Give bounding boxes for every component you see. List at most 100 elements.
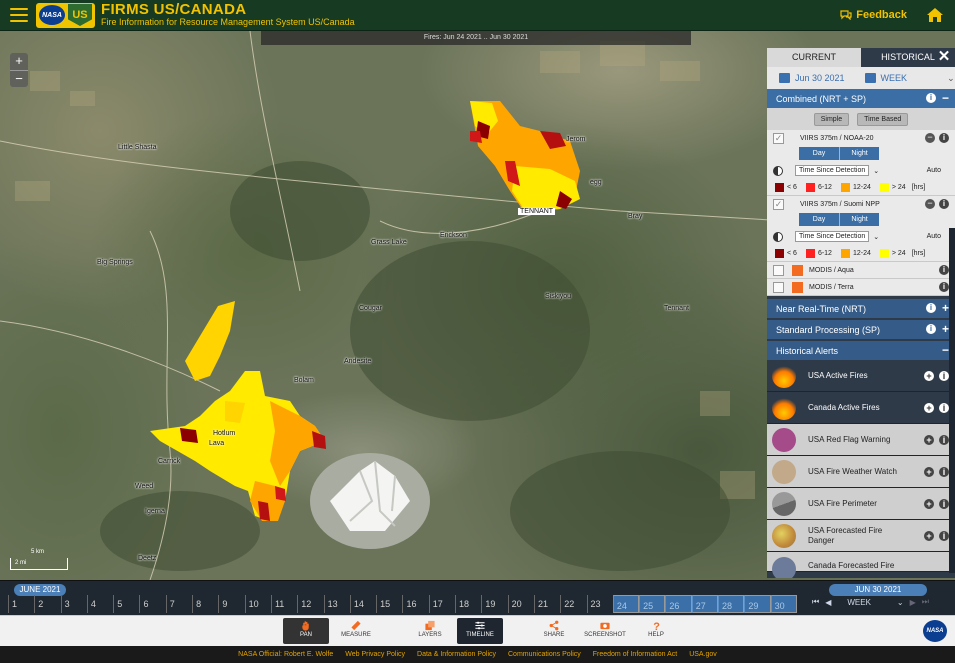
info-icon[interactable]: i: [939, 265, 949, 275]
timeline-day[interactable]: 20: [507, 595, 534, 613]
pan-button[interactable]: PAN: [283, 618, 329, 644]
step-back-icon[interactable]: ◀: [825, 598, 831, 607]
timeline-day[interactable]: 14: [349, 595, 376, 613]
time-based-button[interactable]: Time Based: [857, 112, 909, 126]
timeline-day[interactable]: 4: [86, 595, 113, 613]
alert-red-flag[interactable]: USA Red Flag Warning + i: [767, 424, 955, 456]
share-button[interactable]: SHARE: [531, 618, 577, 644]
timeline-day[interactable]: 7: [165, 595, 192, 613]
timeline-button[interactable]: TIMELINE: [457, 618, 503, 644]
simple-button[interactable]: Simple: [813, 112, 850, 126]
alert-canada-active-fires[interactable]: Canada Active Fires + i: [767, 392, 955, 424]
chevron-down-icon[interactable]: ⌄: [947, 73, 955, 84]
layer-checkbox[interactable]: ✓: [773, 133, 784, 144]
section-historical-alerts[interactable]: Historical Alerts −: [767, 341, 955, 360]
alert-forecast-fire-danger[interactable]: USA Forecasted Fire Danger + i: [767, 520, 955, 552]
menu-icon[interactable]: [10, 8, 28, 22]
info-icon[interactable]: i: [939, 467, 949, 477]
timeline-day[interactable]: 26: [665, 595, 692, 613]
timeline-day[interactable]: 29: [744, 595, 771, 613]
auto-select[interactable]: Auto: [927, 233, 941, 240]
timeline-day[interactable]: 15: [376, 595, 402, 613]
alert-fire-perimeter[interactable]: USA Fire Perimeter + i: [767, 488, 955, 520]
info-icon[interactable]: i: [925, 324, 936, 334]
timeline-day[interactable]: 30: [770, 595, 797, 613]
screenshot-button[interactable]: SCREENSHOT: [582, 618, 628, 644]
timeline-day[interactable]: 22: [560, 595, 586, 613]
remove-icon[interactable]: −: [925, 133, 935, 143]
timeline-day[interactable]: 9: [218, 595, 244, 613]
section-combined[interactable]: Combined (NRT + SP) i −: [767, 89, 955, 108]
footer-data-policy-link[interactable]: Data & Information Policy: [411, 651, 502, 658]
info-icon[interactable]: i: [939, 435, 949, 445]
timeline-day[interactable]: 18: [455, 595, 481, 613]
timeline-day[interactable]: 11: [270, 595, 297, 613]
info-icon[interactable]: i: [939, 371, 949, 381]
layer-checkbox[interactable]: [773, 281, 784, 293]
timeline-day[interactable]: 1: [8, 595, 34, 613]
alert-usa-active-fires[interactable]: USA Active Fires + i: [767, 360, 955, 392]
collapse-icon[interactable]: −: [942, 92, 949, 104]
info-icon[interactable]: i: [939, 403, 949, 413]
timeline-day[interactable]: 12: [297, 595, 323, 613]
alert-fire-weather-watch[interactable]: USA Fire Weather Watch + i: [767, 456, 955, 488]
timeline-day[interactable]: 13: [323, 595, 350, 613]
skip-forward-icon[interactable]: ⏭: [922, 597, 929, 607]
zoom-out-button[interactable]: −: [10, 70, 28, 87]
footer-foia-link[interactable]: Freedom of Information Act: [587, 651, 683, 658]
timeline-day[interactable]: 5: [113, 595, 139, 613]
info-icon[interactable]: i: [939, 282, 949, 292]
help-button[interactable]: ? HELP: [633, 618, 679, 644]
info-icon[interactable]: i: [925, 303, 936, 313]
add-icon[interactable]: +: [924, 403, 934, 413]
section-nrt[interactable]: Near Real-Time (NRT) i +: [767, 299, 955, 318]
timeline-day[interactable]: 28: [718, 595, 745, 613]
timeline-day[interactable]: 24: [612, 595, 640, 613]
close-icon[interactable]: ✕: [936, 48, 952, 67]
zoom-in-button[interactable]: +: [10, 53, 28, 70]
skip-back-icon[interactable]: ⏮: [812, 597, 819, 607]
timeline-day[interactable]: 8: [192, 595, 218, 613]
footer-official[interactable]: NASA Official: Robert E. Wolfe: [232, 651, 339, 658]
timeline-day[interactable]: 16: [402, 595, 428, 613]
day-button[interactable]: Day: [799, 213, 839, 226]
night-button[interactable]: Night: [839, 147, 879, 160]
section-sp[interactable]: Standard Processing (SP) i +: [767, 320, 955, 339]
layer-checkbox[interactable]: ✓: [773, 199, 784, 210]
info-icon[interactable]: i: [939, 133, 949, 143]
day-button[interactable]: Day: [799, 147, 839, 160]
timeline-day[interactable]: 2: [34, 595, 60, 613]
remove-icon[interactable]: −: [925, 199, 935, 209]
alert-canada-fire-danger[interactable]: Canada Forecasted Fire: [767, 552, 955, 578]
info-icon[interactable]: i: [925, 93, 936, 103]
add-icon[interactable]: +: [924, 371, 934, 381]
add-icon[interactable]: +: [924, 467, 934, 477]
add-icon[interactable]: +: [924, 435, 934, 445]
timeline-day[interactable]: 19: [481, 595, 507, 613]
timeline-day[interactable]: 10: [244, 595, 271, 613]
collapse-icon[interactable]: −: [942, 344, 949, 356]
layer-checkbox[interactable]: [773, 264, 784, 276]
layers-button[interactable]: LAYERS: [407, 618, 453, 644]
tsd-select[interactable]: Time Since Detection: [795, 231, 870, 242]
home-icon[interactable]: [927, 8, 943, 22]
timeline-day[interactable]: 17: [428, 595, 455, 613]
expand-icon[interactable]: +: [942, 302, 949, 314]
nasa-logo[interactable]: NASA: [923, 620, 947, 642]
period-value[interactable]: WEEK: [881, 73, 908, 83]
night-button[interactable]: Night: [839, 213, 879, 226]
add-icon[interactable]: +: [924, 499, 934, 509]
timeline-day[interactable]: 25: [639, 595, 666, 613]
step-forward-icon[interactable]: ▶: [910, 598, 916, 607]
footer-communications-link[interactable]: Communications Policy: [502, 651, 587, 658]
chevron-down-icon[interactable]: ⌄: [897, 598, 904, 607]
timeline-day[interactable]: 6: [139, 595, 165, 613]
calendar-icon[interactable]: [779, 73, 790, 83]
timeline-day[interactable]: 27: [691, 595, 719, 613]
date-value[interactable]: Jun 30 2021: [795, 73, 845, 83]
add-icon[interactable]: +: [924, 531, 934, 541]
tsd-select[interactable]: Time Since Detection: [795, 165, 870, 176]
expand-icon[interactable]: +: [942, 323, 949, 335]
timeline-date[interactable]: JUN 30 2021: [829, 584, 927, 596]
measure-button[interactable]: MEASURE: [333, 618, 379, 644]
